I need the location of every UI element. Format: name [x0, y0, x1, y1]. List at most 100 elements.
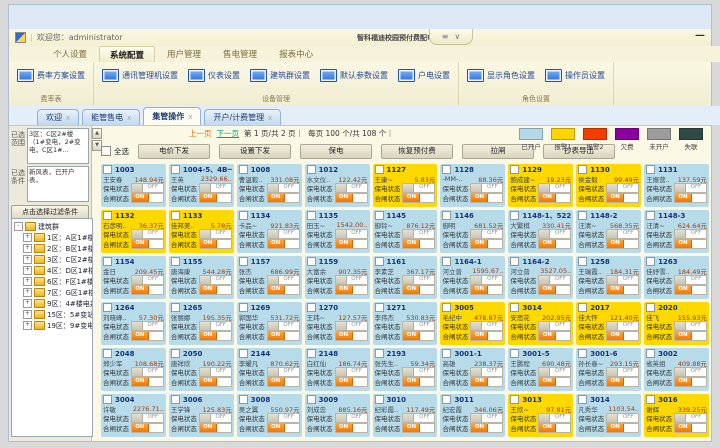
supply-toggle[interactable]: OFF [470, 321, 503, 331]
switch-toggle[interactable]: ON [674, 193, 707, 203]
meter-card[interactable]: 3001-1 高雄 238.37元 保电状态 OFF [440, 348, 505, 391]
meter-card[interactable]: 2050 唐祥欣 190.22元 保电状态 OFF [169, 348, 234, 391]
meter-card[interactable]: 2144 李耀凡 870.62元 保电状态 OFF [237, 348, 302, 391]
supply-toggle[interactable]: OFF [538, 321, 571, 331]
expand-icon[interactable]: + [23, 255, 32, 264]
supply-toggle[interactable]: OFF [199, 367, 232, 377]
sidebar-scrollbar[interactable]: ▲ ▼ [92, 126, 100, 174]
switch-toggle[interactable]: ON [199, 193, 232, 203]
switch-toggle[interactable]: ON [538, 423, 571, 433]
meter-card[interactable]: 3004 许敏 2276.71.. 保电状态 OFF [101, 394, 166, 437]
meter-card[interactable]: 1258 王瑞霞.. 184.31元 保电状态 OFF [576, 256, 641, 299]
switch-toggle[interactable]: ON [402, 239, 435, 249]
meter-card[interactable]: 1128 -MM-.. 88.36元 保电状态 OFF [440, 164, 505, 207]
switch-toggle[interactable]: ON [199, 331, 232, 341]
prev-page-link[interactable]: 上一页 [189, 128, 212, 139]
switch-toggle[interactable]: ON [402, 423, 435, 433]
action-button[interactable]: 电价下发 [138, 144, 210, 159]
supply-toggle[interactable]: OFF [470, 413, 503, 423]
switch-toggle[interactable]: ON [402, 285, 435, 295]
switch-toggle[interactable]: ON [402, 377, 435, 387]
supply-toggle[interactable]: OFF [199, 275, 232, 285]
close-icon[interactable]: x [188, 113, 192, 121]
switch-toggle[interactable]: ON [538, 239, 571, 249]
switch-toggle[interactable]: ON [470, 193, 503, 203]
supply-toggle[interactable]: OFF [335, 275, 368, 285]
tree-item[interactable]: + 15区：5#变站 (3 [14, 309, 92, 320]
supply-toggle[interactable]: OFF [470, 367, 503, 377]
ribbon-button[interactable]: 户电设置 [394, 65, 454, 86]
switch-toggle[interactable]: ON [538, 285, 571, 295]
supply-toggle[interactable]: OFF [131, 183, 164, 193]
supply-toggle[interactable]: OFF [674, 183, 707, 193]
supply-toggle[interactable]: OFF [538, 229, 571, 239]
supply-toggle[interactable]: OFF [267, 367, 300, 377]
switch-toggle[interactable]: ON [335, 377, 368, 387]
meter-card[interactable]: 3001-6 孙长春~ 293.15元 保电状态 OFF [576, 348, 641, 391]
meter-card[interactable]: 1269 郭国华 531.72元 保电状态 OFF [237, 302, 302, 345]
minimize-button[interactable]: — [695, 30, 705, 41]
tree-item[interactable]: + 9区：4#楼电井 ( [14, 298, 92, 309]
switch-toggle[interactable]: ON [267, 423, 300, 433]
ribbon-button[interactable]: 操作员设置 [541, 65, 609, 86]
supply-toggle[interactable]: OFF [131, 229, 164, 239]
switch-toggle[interactable]: ON [199, 423, 232, 433]
meter-card[interactable]: 3014 凡秀华 1103.54.. 保电状态 OFF [576, 394, 641, 437]
tab[interactable]: 能管售电 x [82, 109, 140, 125]
meter-card[interactable]: 1127 王康~ 5.83元 保电状态 OFF [373, 164, 438, 207]
supply-toggle[interactable]: OFF [402, 413, 435, 423]
supply-toggle[interactable]: OFF [402, 183, 435, 193]
switch-toggle[interactable]: ON [470, 377, 503, 387]
supply-toggle[interactable]: OFF [267, 183, 300, 193]
supply-toggle[interactable]: OFF [267, 229, 300, 239]
supply-toggle[interactable]: OFF [335, 183, 368, 193]
switch-toggle[interactable]: ON [267, 193, 300, 203]
meter-card[interactable]: 1135 田玉~ 1542.00.. 保电状态 OFF [305, 210, 370, 253]
tab[interactable]: 集管操作 x [143, 107, 201, 125]
switch-toggle[interactable]: ON [131, 423, 164, 433]
menu-item[interactable]: 系统配置 [99, 46, 155, 63]
supply-toggle[interactable]: OFF [470, 275, 503, 285]
tree-item[interactable]: + 4区：D区1#楼 ( [14, 265, 92, 276]
window-controls[interactable]: ≡ ∨ [429, 29, 473, 45]
supply-toggle[interactable]: OFF [538, 413, 571, 423]
meter-card[interactable]: 1155 唐海康 544.28元 保电状态 OFF [169, 256, 234, 299]
meter-card[interactable]: 1264 刘晓峰.. 57.30元 保电状态 OFF [101, 302, 166, 345]
meter-card[interactable]: 1008 曹温毅.. 331.08元 保电状态 OFF [237, 164, 302, 207]
action-button[interactable]: 恢复预付费 [381, 144, 453, 159]
ribbon-button[interactable]: 仪表设置 [184, 65, 244, 86]
switch-toggle[interactable]: ON [606, 377, 639, 387]
meter-card[interactable]: 2048 郑少军 108.68元 保电状态 OFF [101, 348, 166, 391]
switch-toggle[interactable]: ON [131, 239, 164, 249]
supply-toggle[interactable]: OFF [402, 321, 435, 331]
tree-item[interactable]: + 3区：C区2#楼 (1 [14, 254, 92, 265]
supply-toggle[interactable]: OFF [470, 183, 503, 193]
meter-card[interactable]: 2148 白红仙 186.74元 保电状态 OFF [305, 348, 370, 391]
switch-toggle[interactable]: ON [606, 423, 639, 433]
supply-toggle[interactable]: OFF [606, 183, 639, 193]
menu-item[interactable]: 报表中心 [269, 46, 323, 62]
supply-toggle[interactable]: OFF [267, 413, 300, 423]
switch-toggle[interactable]: ON [674, 377, 707, 387]
supply-toggle[interactable]: OFF [674, 275, 707, 285]
supply-toggle[interactable]: OFF [402, 229, 435, 239]
supply-toggle[interactable]: OFF [199, 183, 232, 193]
switch-toggle[interactable]: ON [606, 331, 639, 341]
meter-card[interactable]: 1265 张丽娜 195.35元 保电状态 OFF [169, 302, 234, 345]
supply-toggle[interactable]: OFF [335, 321, 368, 331]
switch-toggle[interactable]: ON [674, 331, 707, 341]
supply-toggle[interactable]: OFF [335, 367, 368, 377]
meter-card[interactable]: 1161 李素芝 367.17元 保电状态 OFF [373, 256, 438, 299]
switch-toggle[interactable]: ON [267, 377, 300, 387]
switch-toggle[interactable]: ON [267, 331, 300, 341]
switch-toggle[interactable]: ON [538, 377, 571, 387]
action-button[interactable]: 设置下发 [219, 144, 291, 159]
switch-toggle[interactable]: ON [674, 423, 707, 433]
ribbon-button[interactable]: 费率方案设置 [13, 65, 89, 86]
meter-card[interactable]: 1012 水文仪.. 122.42元 保电状态 OFF [305, 164, 370, 207]
supply-toggle[interactable]: OFF [674, 321, 707, 331]
meter-card[interactable]: 1157 张杰 686.99元 保电状态 OFF [237, 256, 302, 299]
meter-card[interactable]: 1148-1、522 大繁棋 330.41元 保电状态 OFF [508, 210, 573, 253]
supply-toggle[interactable]: OFF [402, 367, 435, 377]
switch-toggle[interactable]: ON [199, 377, 232, 387]
